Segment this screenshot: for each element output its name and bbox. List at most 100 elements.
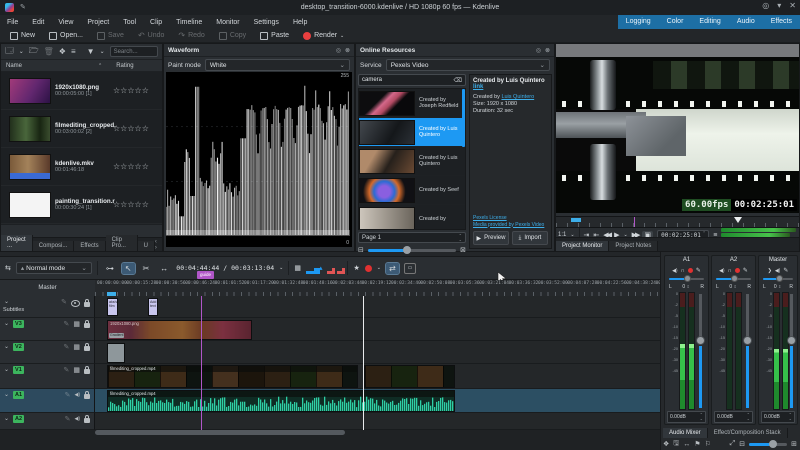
show-subtitles-icon[interactable] xyxy=(71,300,80,307)
tag-icon[interactable]: ❖ xyxy=(663,440,669,448)
menu-file[interactable]: File xyxy=(0,19,25,26)
chevron-down-icon[interactable]: ⌄ xyxy=(100,48,105,55)
window-settings-icon[interactable]: ◎ xyxy=(762,1,769,10)
detail-header-link[interactable]: link xyxy=(473,84,483,90)
volume-fader[interactable] xyxy=(742,335,752,345)
lift-zone-icon[interactable]: ▴ xyxy=(319,264,323,272)
volume-fader[interactable] xyxy=(695,335,705,345)
fader-track[interactable] xyxy=(790,294,793,339)
lock-track-icon[interactable] xyxy=(84,415,90,423)
volume-fader[interactable] xyxy=(787,335,796,345)
resource-result[interactable]: Created by xyxy=(359,205,465,229)
speaker-icon[interactable]: ◀) xyxy=(775,268,781,274)
spacer-tool-icon[interactable]: ↔ xyxy=(157,263,171,274)
fader-track[interactable] xyxy=(745,294,749,339)
workspace-color[interactable]: Color xyxy=(659,15,692,29)
bin-tab-0[interactable]: Project ... xyxy=(1,235,33,251)
zoom-in-icon[interactable]: ⊞ xyxy=(791,440,797,448)
resource-result[interactable]: Created by Joseph Redfield xyxy=(359,89,465,118)
workspace-logging[interactable]: Logging xyxy=(618,15,659,29)
headphones-icon[interactable]: ∩ xyxy=(728,268,732,274)
zone-marker[interactable] xyxy=(571,218,581,222)
effects-icon[interactable]: ✎ xyxy=(61,299,67,306)
float-panel-icon[interactable]: ◎ xyxy=(336,47,341,54)
track-header-A1[interactable]: ⌄ A1 ✎ ◀) xyxy=(0,389,95,413)
color-clip[interactable] xyxy=(107,343,125,363)
delete-zone-icon[interactable] xyxy=(337,265,342,271)
hide-video-icon[interactable]: ▦ xyxy=(73,321,80,328)
record-icon[interactable] xyxy=(364,264,372,272)
bin-column-header[interactable]: Name ⌃ Rating xyxy=(1,59,162,72)
fader-track[interactable] xyxy=(745,346,749,408)
fader-track[interactable] xyxy=(698,346,702,408)
fader-track[interactable] xyxy=(698,294,702,339)
subtitle-clip[interactable]: Add text xyxy=(148,298,158,316)
composition-badge[interactable]: Gradient xyxy=(109,333,125,338)
workspace-effects[interactable]: Effects xyxy=(763,15,800,29)
effects-icon[interactable]: ✎ xyxy=(64,321,70,328)
track-header-V1[interactable]: ⌄ V1 ✎ ▦ xyxy=(0,364,95,389)
track-header-subtitles[interactable]: ⌄ ✎ Subtitles xyxy=(0,296,95,318)
pan-slider[interactable] xyxy=(714,275,753,283)
lock-track-icon[interactable] xyxy=(84,298,90,307)
collapse-chevron-icon[interactable]: ⌄ xyxy=(4,321,9,328)
zoom-out-icon[interactable]: ⊟ xyxy=(358,246,364,254)
thumbnails-toggle-icon[interactable]: ▦ xyxy=(294,264,301,272)
audio-clip[interactable]: filmediting_cropped.mp4 xyxy=(107,390,455,412)
mix-clips-icon[interactable]: ⊶ xyxy=(103,263,117,274)
subtitle-clip[interactable]: aksha film xyxy=(107,298,118,316)
selection-tool-icon[interactable]: ↖ xyxy=(120,261,136,275)
track-header-A2[interactable]: ⌄ A2 ✎ ◀) xyxy=(0,413,95,430)
collapse-chevron-icon[interactable]: ⌄ xyxy=(4,367,9,374)
pan-slider[interactable] xyxy=(761,275,795,283)
edit-mode-combo[interactable]: ▴ Normal mode ⌄ xyxy=(15,262,92,274)
rating-stars[interactable]: ☆☆☆☆☆ xyxy=(113,124,149,133)
volume-value[interactable]: 0.00dB ⌃ ⌄ xyxy=(667,411,706,423)
menu-help[interactable]: Help xyxy=(286,19,314,26)
tab-scroll-arrows[interactable]: ‹ › xyxy=(155,239,162,251)
window-restore-icon[interactable]: ▾ xyxy=(777,1,781,10)
chevron-down-icon[interactable]: ⌄ xyxy=(279,265,283,271)
lock-track-icon[interactable] xyxy=(84,343,90,351)
provider-link[interactable]: Media provided by Pexels Video xyxy=(473,222,544,228)
hide-video-icon[interactable]: ▦ xyxy=(73,344,80,351)
resource-result[interactable]: Created by Seef xyxy=(359,176,465,205)
monitor-video[interactable]: 60.00fps 00:02:25:01 xyxy=(556,44,799,213)
subtitle-tool-icon[interactable]: ▭ xyxy=(403,262,417,274)
open-button[interactable]: Open... xyxy=(43,31,89,41)
mute-icon[interactable]: ◀) xyxy=(74,416,80,423)
save-icon[interactable]: 🖫 xyxy=(673,439,679,450)
effects-icon[interactable]: ✎ xyxy=(64,344,70,351)
effects-icon[interactable]: ✎ xyxy=(65,392,71,399)
track-header-V3[interactable]: ⌄ V3 ✎ ▦ xyxy=(0,318,95,341)
record-icon[interactable] xyxy=(734,268,740,273)
resize-icon[interactable]: ↔ xyxy=(683,441,690,448)
timeline-playhead[interactable] xyxy=(363,296,364,430)
workspace-editing[interactable]: Editing xyxy=(691,15,728,29)
edit-icon[interactable]: ✎ xyxy=(696,267,701,274)
rating-stars[interactable]: ☆☆☆☆☆ xyxy=(113,86,149,95)
paint-mode-combo[interactable]: White ⌄ xyxy=(204,59,350,71)
tab-audio-mixer[interactable]: Audio Mixer xyxy=(663,428,708,438)
video-clip[interactable] xyxy=(364,365,455,388)
author-link[interactable]: Luis Quintero xyxy=(501,94,534,100)
track-badge-V1[interactable]: V1 xyxy=(13,366,24,374)
import-button[interactable]: ⤓ Import xyxy=(512,231,548,245)
favorite-effects-icon[interactable]: ★ xyxy=(353,264,359,272)
list-scrollbar[interactable] xyxy=(462,89,465,147)
workspace-audio[interactable]: Audio xyxy=(729,15,763,29)
rating-stars[interactable]: ☆☆☆☆☆ xyxy=(113,200,149,209)
bin-item[interactable]: painting_transition.r 00:00:30:24 [1] ☆☆☆☆… xyxy=(1,186,162,224)
menu-project[interactable]: Project xyxy=(80,19,116,26)
timeline-timecode[interactable]: 00:04:44:44 / 00:03:13:04 xyxy=(176,264,274,272)
bin-search-input[interactable]: Search... xyxy=(109,46,158,57)
guide-label[interactable]: guide xyxy=(197,271,215,279)
timeline-hscrollbar[interactable] xyxy=(95,430,345,435)
lock-track-icon[interactable] xyxy=(84,320,90,328)
menu-monitor[interactable]: Monitor xyxy=(209,19,246,26)
lock-track-icon[interactable] xyxy=(84,366,90,374)
fader-track[interactable] xyxy=(790,346,793,408)
monitor-playhead[interactable] xyxy=(734,217,742,223)
track-badge-A2[interactable]: A2 xyxy=(13,415,25,423)
speaker-icon[interactable]: ◀) xyxy=(719,268,725,274)
